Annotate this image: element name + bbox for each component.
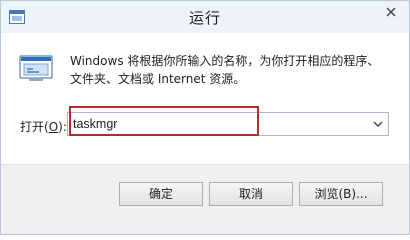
- window-title: 运行: [188, 9, 221, 27]
- open-input[interactable]: [73, 113, 358, 135]
- close-icon[interactable]: [380, 3, 402, 21]
- open-label-hotkey: O: [48, 120, 59, 134]
- open-label-suffix: ):: [58, 120, 67, 134]
- open-label: 打开(O):: [20, 118, 67, 135]
- description-text: Windows 将根据你所输入的名称，为你打开相应的程序、 文件夹、文档或 In…: [70, 52, 390, 88]
- dialog-content: Windows 将根据你所输入的名称，为你打开相应的程序、 文件夹、文档或 In…: [1, 33, 409, 164]
- ok-button[interactable]: 确定: [119, 182, 203, 206]
- description-line-1: Windows 将根据你所输入的名称，为你打开相应的程序、: [70, 54, 380, 68]
- button-bar: 确定 取消 浏览(B)...: [1, 164, 409, 234]
- chevron-down-icon[interactable]: [370, 115, 386, 133]
- run-dialog: 运行 Windows 将根据你所输入的名称，为你打开相应的程序、 文件夹、文档或…: [0, 0, 410, 235]
- open-label-prefix: 打开(: [20, 120, 49, 134]
- run-program-icon: [19, 55, 53, 83]
- title-bar[interactable]: 运行: [1, 1, 409, 33]
- open-combobox[interactable]: [67, 112, 389, 136]
- cancel-button[interactable]: 取消: [209, 182, 293, 206]
- description-line-2: 文件夹、文档或 Internet 资源。: [70, 72, 246, 86]
- browse-button[interactable]: 浏览(B)...: [299, 182, 383, 206]
